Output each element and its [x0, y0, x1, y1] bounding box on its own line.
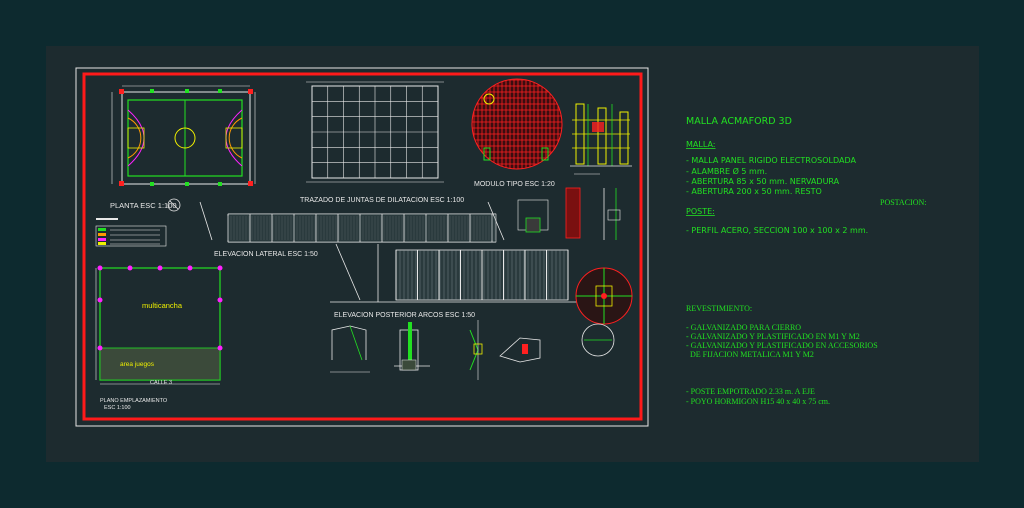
coating-item: - GALVANIZADO PARA CIERRO [686, 323, 801, 332]
coating-heading: REVESTIMIENTO: [686, 304, 752, 313]
coating-item: - GALVANIZADO Y PLASTIFICADO EN ACCESORI… [686, 341, 878, 350]
post-heading-underline: POSTE: [686, 207, 715, 216]
module-title: MODULO TIPO ESC 1:20 [474, 181, 555, 188]
notes-title: MALLA ACMAFORD 3D [686, 116, 792, 127]
foundation-item: - POSTE EMPOTRADO 2.33 m. A EJE [686, 387, 815, 396]
street-label: CALLE 3 [150, 380, 172, 386]
site-plan-title: PLANO EMPLAZAMIENTO [100, 398, 168, 404]
cad-viewport[interactable]: PLANTA ESC 1:100 TRAZADO DE JUNTAS DE DI… [0, 0, 1024, 508]
mesh-item: - MALLA PANEL RIGIDO ELECTROSOLDADA [686, 156, 856, 165]
coating-item: - GALVANIZADO Y PLASTIFICADO EN M1 Y M2 [686, 332, 860, 341]
post-item: - PERFIL ACERO, SECCION 100 x 100 x 2 mm… [686, 226, 868, 235]
post-heading: POSTACION: [880, 198, 926, 207]
coating-item: DE FIJACION METALICA M1 Y M2 [686, 350, 814, 359]
mesh-item: - ABERTURA 200 x 50 mm. RESTO [686, 187, 822, 196]
foundation-item: - POYO HORMIGON H15 40 x 40 x 75 cm. [686, 397, 830, 406]
rear-elevation-title: ELEVACION POSTERIOR ARCOS ESC 1:50 [334, 312, 475, 319]
side-elevation-title: ELEVACION LATERAL ESC 1:50 [214, 251, 318, 258]
area-label: area juegos [120, 361, 155, 368]
mesh-item: - ABERTURA 85 x 50 mm. NERVADURA [686, 177, 840, 186]
site-plan-scale: ESC 1:100 [104, 405, 131, 411]
mesh-heading: MALLA: [686, 140, 716, 149]
site-label: multicancha [142, 301, 183, 310]
mesh-item: - ALAMBRE Ø 5 mm. [686, 166, 767, 176]
joints-title: TRAZADO DE JUNTAS DE DILATACION ESC 1:10… [300, 197, 464, 204]
court-plan-title: PLANTA ESC 1:100 [110, 201, 177, 210]
